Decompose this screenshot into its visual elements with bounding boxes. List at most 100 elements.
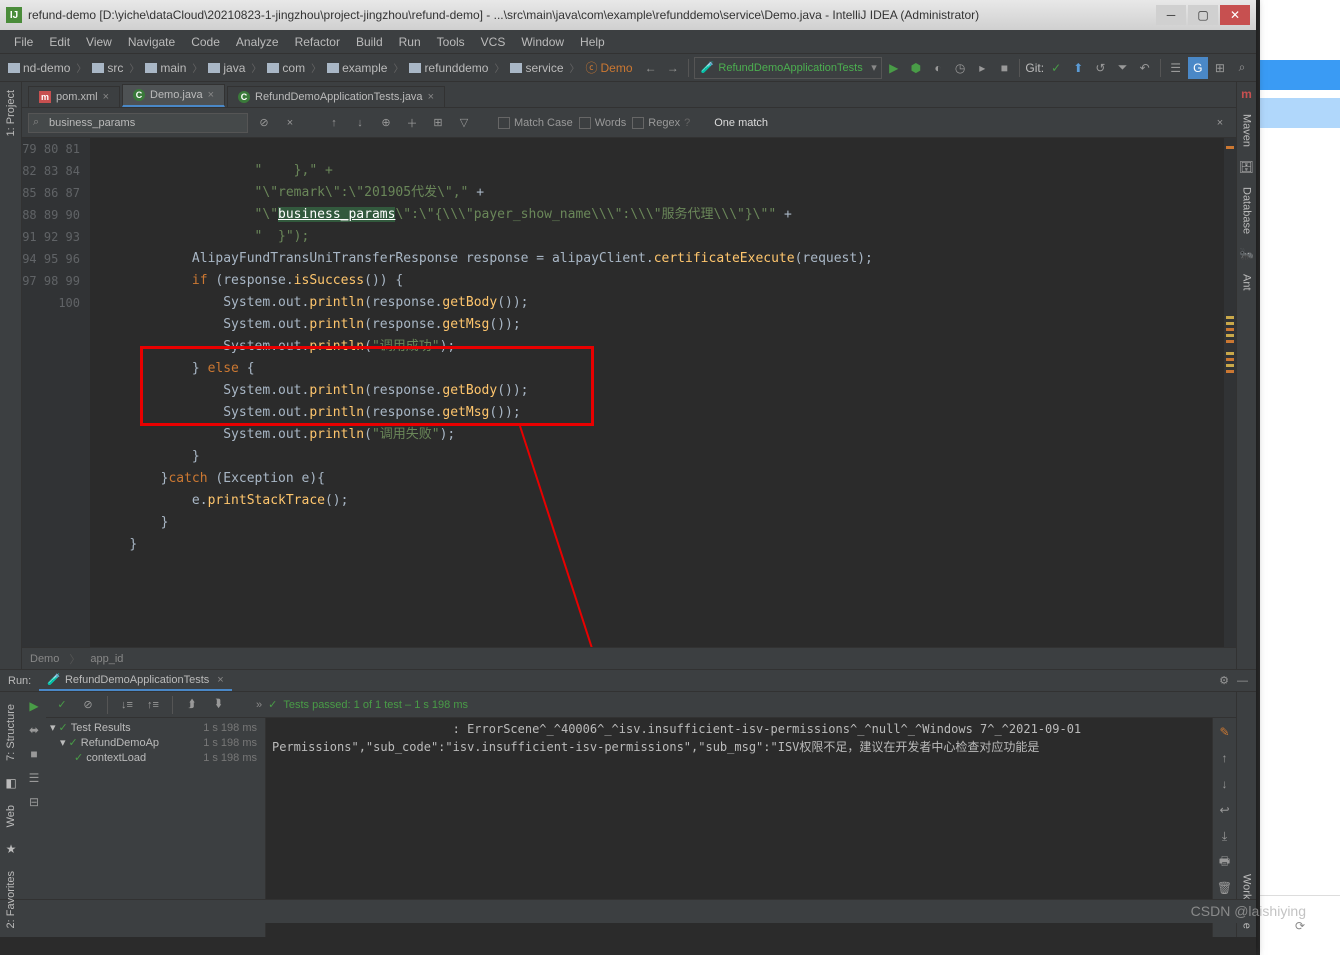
profile-button[interactable]: ◷ [950, 57, 970, 79]
error-stripe[interactable] [1224, 138, 1236, 647]
git-update-button[interactable]: ↺ [1090, 57, 1110, 79]
match-case-option[interactable]: Match Case [498, 117, 573, 129]
crumb-src[interactable]: src [88, 59, 127, 77]
find-clear-button[interactable]: ⊘ [254, 113, 274, 133]
run-config-dropdown[interactable]: 🧪 RefundDemoApplicationTests [694, 57, 882, 79]
toggle-tests-button[interactable]: ⬌ [24, 720, 44, 740]
crumb-module[interactable]: nd-demo [4, 59, 74, 77]
crumb-member[interactable]: app_id [90, 653, 123, 665]
crumb-example[interactable]: example [323, 59, 391, 77]
run-button[interactable]: ▶ [884, 57, 904, 79]
settings-button[interactable]: ⊞ [1210, 57, 1230, 79]
words-option[interactable]: Words [579, 117, 627, 129]
toolwindow-web[interactable]: Web [3, 797, 19, 835]
git-revert-button[interactable]: ↶ [1135, 57, 1155, 79]
crumb-java[interactable]: java [204, 59, 249, 77]
git-commit-button[interactable]: ✓ [1046, 57, 1066, 79]
prev-match-button[interactable]: ↑ [324, 113, 344, 133]
scroll-up-button[interactable]: ↑ [1215, 748, 1235, 768]
back-button[interactable]: ← [641, 57, 661, 79]
clear-button[interactable]: 🗑 [1215, 878, 1235, 898]
tab-tests[interactable]: C RefundDemoApplicationTests.java × [227, 86, 445, 107]
edit-icon[interactable]: ✎ [1215, 722, 1235, 742]
toolwindow-database[interactable]: Database [1239, 179, 1255, 242]
crumb-demo[interactable]: ⓒ Demo [582, 57, 637, 78]
print-button[interactable]: 🖶 [1215, 852, 1235, 872]
git-history-button[interactable]: ⏷ [1112, 57, 1132, 79]
filter-button[interactable]: ▽ [454, 113, 474, 133]
select-all-button[interactable]: ⊞ [428, 113, 448, 133]
regex-option[interactable]: Regex ? [632, 117, 690, 129]
crumb-class[interactable]: Demo [30, 653, 59, 665]
menu-tools[interactable]: Tools [429, 33, 473, 51]
menu-run[interactable]: Run [391, 33, 429, 51]
pin-button[interactable]: ⊟ [24, 792, 44, 812]
layout-button[interactable]: ☰ [24, 768, 44, 788]
menu-build[interactable]: Build [348, 33, 391, 51]
collapse-all-button[interactable]: ⮯ [208, 695, 228, 715]
menu-edit[interactable]: Edit [41, 33, 78, 51]
soft-wrap-button[interactable]: ↩ [1215, 800, 1235, 820]
search-everywhere-button[interactable]: ⌕ [1232, 57, 1252, 79]
find-panel-close-button[interactable]: × [1210, 113, 1230, 133]
scroll-down-button[interactable]: ↓ [1215, 774, 1235, 794]
attach-button[interactable]: ▸ [972, 57, 992, 79]
sort-button[interactable]: ↓≡ [117, 695, 137, 715]
tree-class[interactable]: ▾✓RefundDemoAp1 s 198 ms [46, 735, 265, 750]
camera-icon[interactable]: ◧ [3, 775, 19, 791]
maven-icon[interactable]: m [1239, 86, 1255, 102]
tab-demo[interactable]: C Demo.java × [122, 84, 225, 107]
menu-window[interactable]: Window [513, 33, 572, 51]
menu-refactor[interactable]: Refactor [287, 33, 348, 51]
toolwindow-maven[interactable]: Maven [1239, 106, 1255, 155]
debug-button[interactable]: ⬢ [906, 57, 926, 79]
forward-button[interactable]: → [663, 57, 683, 79]
code-text[interactable]: " }," + "\"remark\":\"201905代发\"," + "\"… [90, 138, 1236, 647]
tree-root[interactable]: ▾✓Test Results1 s 198 ms [46, 720, 265, 735]
collapse-button[interactable]: ↑≡ [143, 695, 163, 715]
find-close-button[interactable]: × [280, 113, 300, 133]
crumb-com[interactable]: com [263, 59, 309, 77]
toolwindow-ant[interactable]: Ant [1239, 266, 1255, 299]
menu-navigate[interactable]: Navigate [120, 33, 183, 51]
menu-file[interactable]: File [6, 33, 41, 51]
scroll-end-button[interactable]: ⤓ [1215, 826, 1235, 846]
menu-vcs[interactable]: VCS [473, 33, 514, 51]
stop-run-button[interactable]: ■ [24, 744, 44, 764]
crumb-service[interactable]: service [506, 59, 567, 77]
window-maximize-button[interactable]: ▢ [1188, 5, 1218, 25]
star-icon[interactable]: ★ [3, 841, 19, 857]
find-all-button[interactable]: ⊕ [376, 113, 396, 133]
close-icon[interactable]: × [208, 89, 214, 101]
close-icon[interactable]: × [217, 674, 223, 686]
crumb-refunddemo[interactable]: refunddemo [405, 59, 492, 77]
fail-filter-button[interactable]: ⊘ [78, 695, 98, 715]
add-selection-button[interactable]: ＋ [402, 113, 422, 133]
close-icon[interactable]: × [103, 91, 109, 103]
coverage-button[interactable]: ◐ [928, 57, 948, 79]
search-button[interactable]: G [1188, 57, 1208, 79]
tree-method[interactable]: ✓contextLoad1 s 198 ms [46, 750, 265, 765]
next-match-button[interactable]: ↓ [350, 113, 370, 133]
window-close-button[interactable]: ✕ [1220, 5, 1250, 25]
run-tab-tests[interactable]: 🧪 RefundDemoApplicationTests × [39, 670, 231, 691]
menu-view[interactable]: View [78, 33, 120, 51]
code-editor[interactable]: 79 80 81 82 83 84 85 86 87 88 89 90 91 9… [22, 138, 1236, 647]
tab-pom[interactable]: m pom.xml × [28, 86, 120, 107]
ant-icon[interactable]: 🐜 [1239, 246, 1255, 262]
structure-button[interactable]: ☰ [1166, 57, 1186, 79]
menu-help[interactable]: Help [572, 33, 613, 51]
expand-button[interactable]: ⮭ [182, 695, 202, 715]
toolwindow-structure[interactable]: 7: Structure [3, 696, 19, 769]
gear-icon[interactable]: ⚙ [1219, 674, 1229, 687]
menu-code[interactable]: Code [183, 33, 228, 51]
find-input[interactable] [28, 113, 248, 133]
git-push-button[interactable]: ⬆ [1068, 57, 1088, 79]
window-minimize-button[interactable]: ─ [1156, 5, 1186, 25]
close-icon[interactable]: × [428, 91, 434, 103]
database-icon[interactable]: 🗄 [1239, 159, 1255, 175]
crumb-main[interactable]: main [141, 59, 190, 77]
toolwindow-project[interactable]: 1: Project [3, 82, 19, 144]
menu-analyze[interactable]: Analyze [228, 33, 287, 51]
rerun-button[interactable]: ▶ [24, 696, 44, 716]
